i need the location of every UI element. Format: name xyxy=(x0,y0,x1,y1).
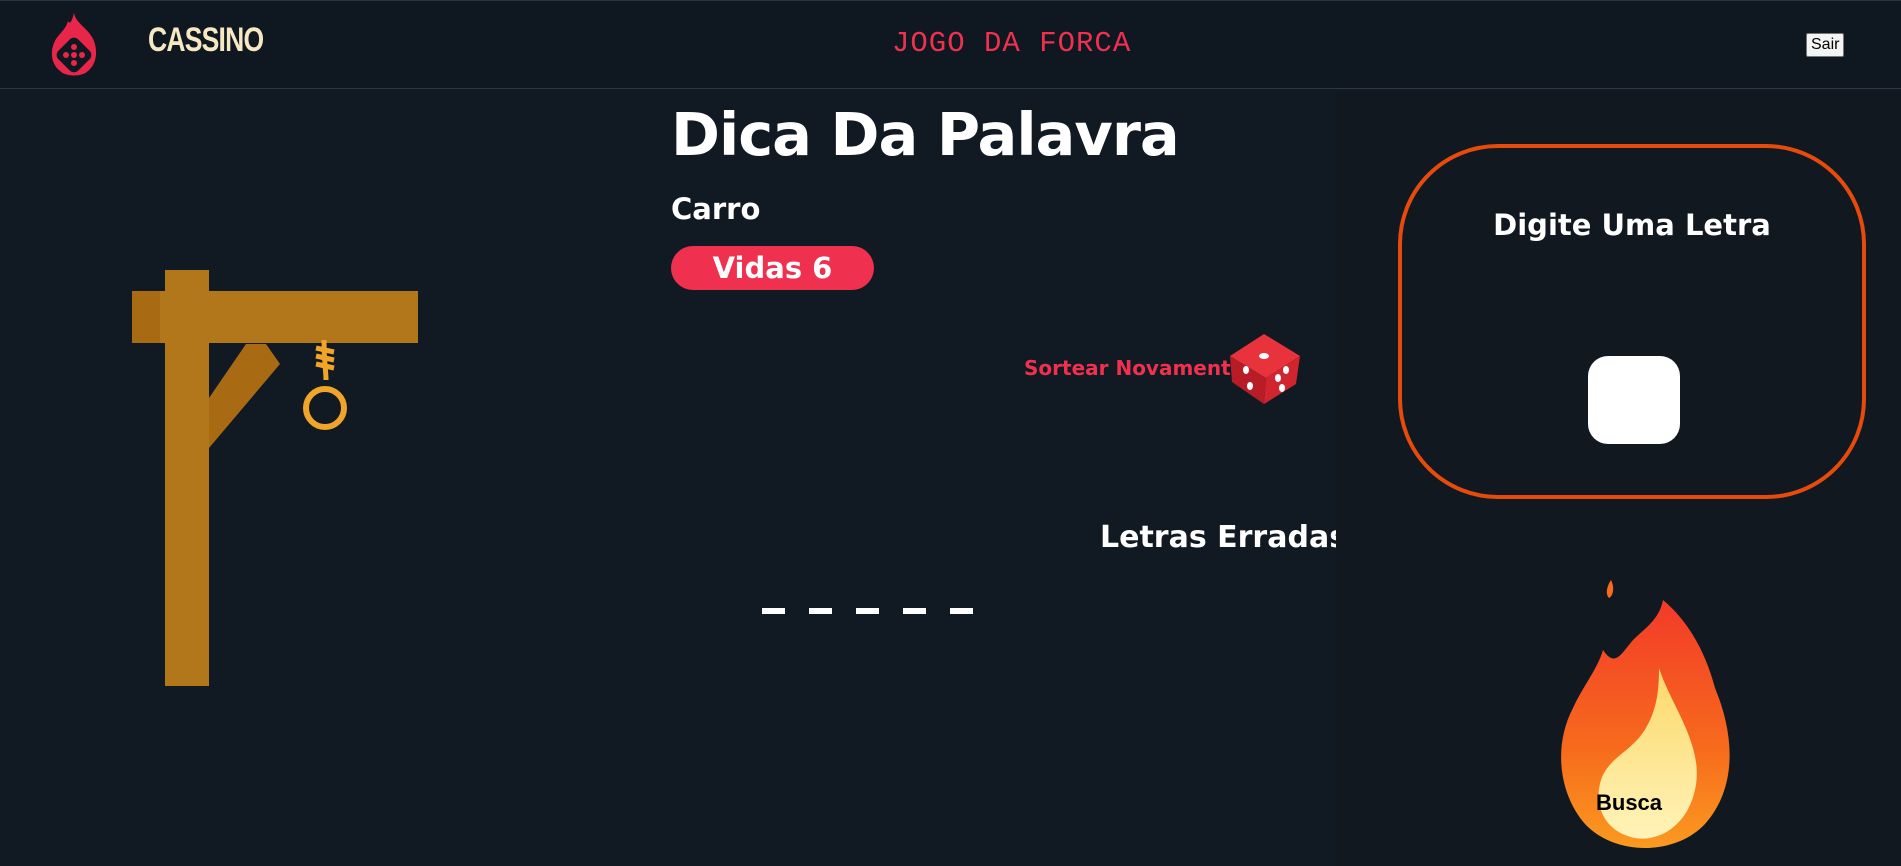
dice-icon[interactable] xyxy=(1224,326,1304,406)
letter-slot xyxy=(903,608,926,614)
word-slots xyxy=(762,608,973,614)
redraw-link[interactable]: Sortear Novamente xyxy=(1024,356,1244,380)
letter-slot xyxy=(762,608,785,614)
hint-title: Dica Da Palavra xyxy=(671,100,1180,169)
lives-badge: Vidas 6 xyxy=(671,246,874,290)
hint-word: Carro xyxy=(671,192,761,226)
letter-slot xyxy=(950,608,973,614)
gallows-icon xyxy=(132,270,418,686)
letter-slot xyxy=(856,608,879,614)
dice-logo-icon[interactable] xyxy=(46,11,102,79)
search-label: Busca xyxy=(1596,790,1663,815)
letter-input-panel: Digite Uma Letra xyxy=(1398,144,1866,499)
letter-input[interactable] xyxy=(1588,356,1680,444)
letter-input-label: Digite Uma Letra xyxy=(1493,208,1771,242)
logout-button[interactable]: Sair xyxy=(1806,33,1845,57)
letter-slot xyxy=(809,608,832,614)
brand-name: CASSINO xyxy=(148,21,264,59)
top-bar: CASSINO JOGO DA FORCA Sair xyxy=(0,0,1901,89)
page-title: JOGO DA FORCA xyxy=(892,27,1132,60)
wrong-letters-title: Letras Erradas xyxy=(1100,520,1348,555)
